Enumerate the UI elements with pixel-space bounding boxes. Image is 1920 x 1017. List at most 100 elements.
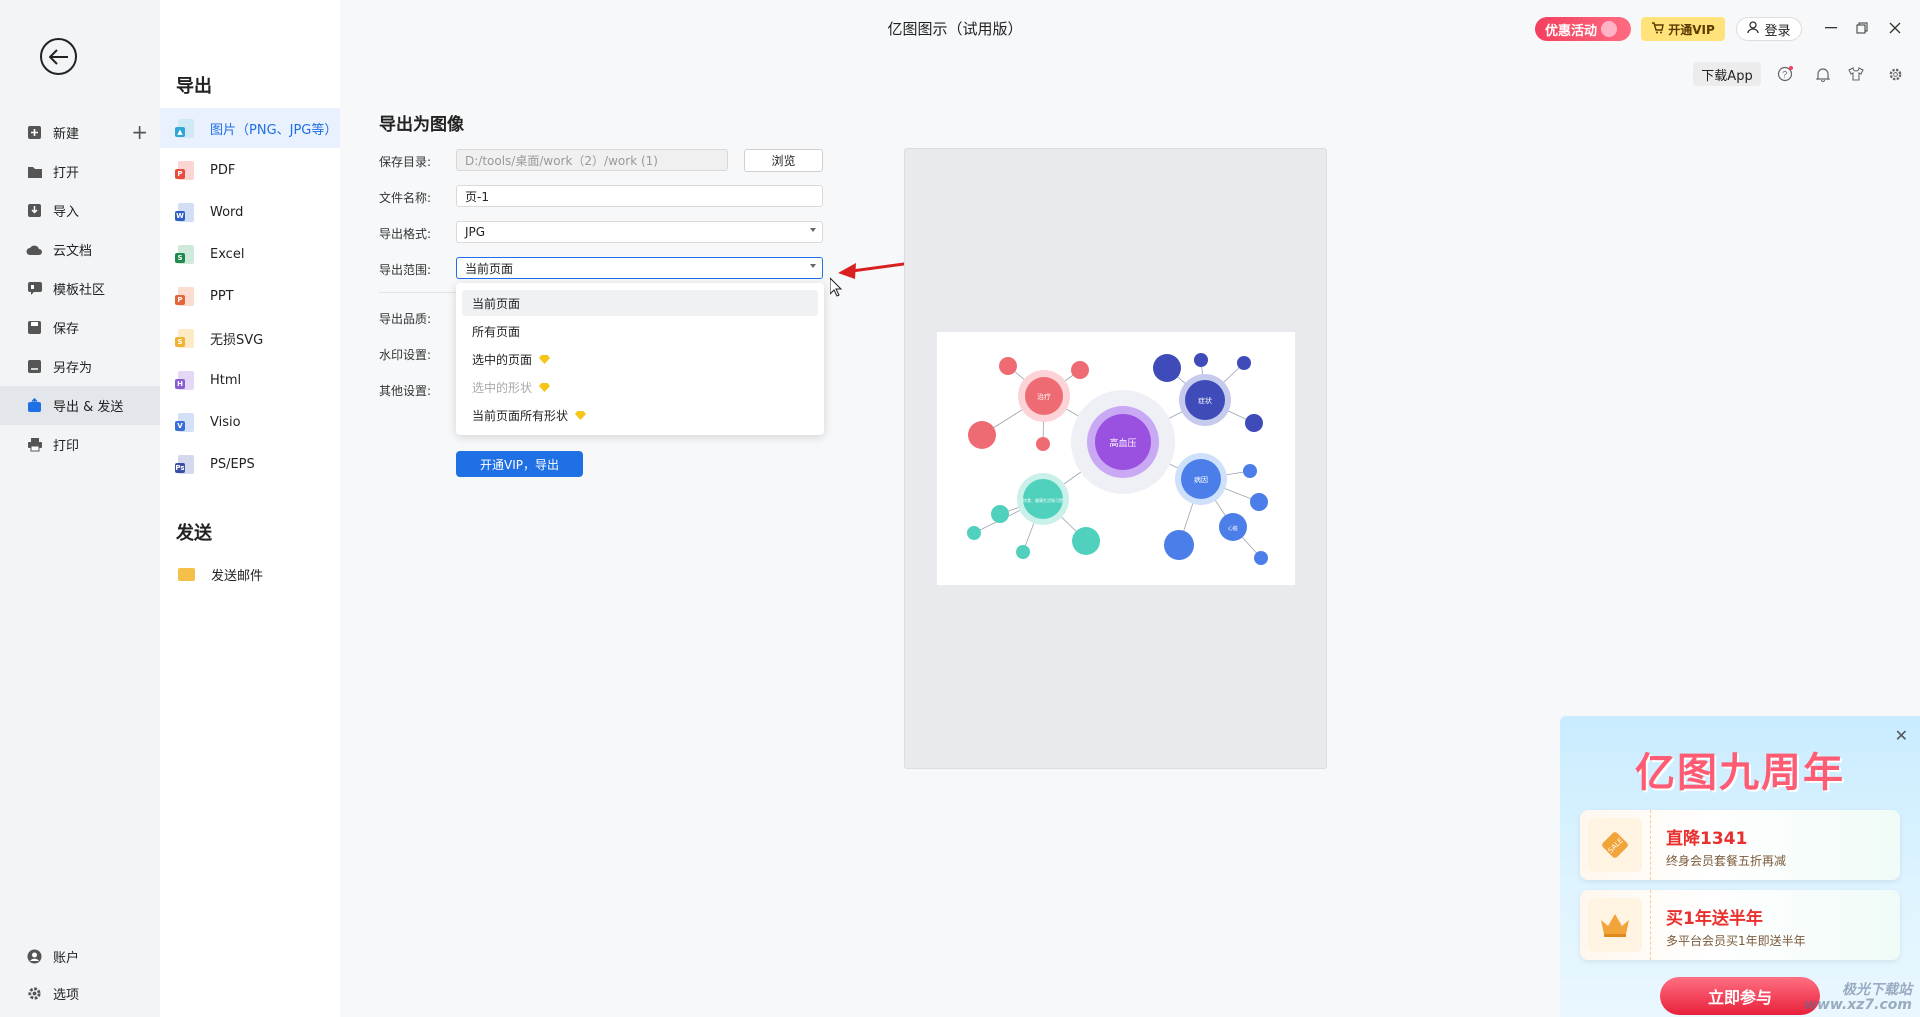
page-heading: 导出为图像 xyxy=(379,115,464,135)
option-selected-pages[interactable]: 选中的页面 xyxy=(462,346,818,372)
anniversary-promo-popup: ✕ 亿图九周年 SALE 直降1341 终身会员套餐五折再减 买1年送半年 多平… xyxy=(1560,716,1920,1017)
plus-icon[interactable]: + xyxy=(131,122,148,142)
center-node-label: 高血压 xyxy=(1109,437,1136,449)
nav-options-label: 选项 xyxy=(53,988,80,1003)
export-pdf[interactable]: P PDF xyxy=(160,150,340,190)
gear-icon xyxy=(26,985,43,1002)
range-dropdown-menu: 当前页面 所有页面 选中的页面 选中的形状 当前页面所有形状 xyxy=(456,283,824,435)
option-all-pages[interactable]: 所有页面 xyxy=(462,318,818,344)
mind-map-preview: 高血压 治疗 症状 病因 心脏 饮食、健康生活和习惯 xyxy=(937,332,1295,585)
nav-export-send-label: 导出 & 发送 xyxy=(53,400,124,415)
coupon1-subtitle: 终身会员套餐五折再减 xyxy=(1666,854,1787,868)
nav-options[interactable]: 选项 xyxy=(0,974,160,1013)
export-html[interactable]: H Html xyxy=(160,360,340,400)
format-select[interactable]: JPG xyxy=(456,221,823,243)
printer-icon xyxy=(26,436,43,453)
option-all-shapes-current-page[interactable]: 当前页面所有形状 xyxy=(462,402,818,428)
export-preview-panel: 高血压 治疗 症状 病因 心脏 饮食、健康生活和习惯 xyxy=(904,148,1327,769)
join-now-button[interactable]: 立即参与 xyxy=(1660,977,1820,1015)
option-label: 选中的形状 xyxy=(472,380,533,395)
export-visio-label: Visio xyxy=(210,414,241,430)
nav-open-label: 打开 xyxy=(53,166,80,181)
shirt-icon[interactable] xyxy=(1845,63,1867,85)
minimize-icon[interactable] xyxy=(1820,17,1842,39)
export-word[interactable]: W Word xyxy=(160,192,340,232)
quality-label: 导出品质: xyxy=(379,312,432,326)
folder-icon xyxy=(26,163,43,180)
nav-new[interactable]: 新建 + xyxy=(0,113,160,152)
watermark-line1: 极光下载站 xyxy=(1842,982,1912,998)
filename-value: 页-1 xyxy=(465,189,489,204)
restore-icon[interactable] xyxy=(1851,17,1873,39)
settings-icon[interactable] xyxy=(1884,63,1906,85)
watermark-label: 水印设置: xyxy=(379,348,432,362)
close-icon[interactable] xyxy=(1884,17,1906,39)
image-file-icon: ▲ xyxy=(175,118,194,138)
help-icon[interactable]: ? xyxy=(1774,63,1796,85)
export-visio[interactable]: V Visio xyxy=(160,402,340,442)
send-section-title: 发送 xyxy=(176,523,212,544)
login-button[interactable]: 登录 xyxy=(1736,17,1802,41)
export-ppt-label: PPT xyxy=(210,288,234,304)
option-current-page[interactable]: 当前页面 xyxy=(462,290,818,316)
svg-text:?: ? xyxy=(1782,70,1787,80)
vip-export-button[interactable]: 开通VIP，导出 xyxy=(456,451,583,477)
import-icon xyxy=(26,202,43,219)
open-vip-button[interactable]: 开通VIP xyxy=(1641,17,1725,41)
app-title: 亿图图示（试用版） xyxy=(887,20,1023,38)
export-excel-label: Excel xyxy=(210,246,245,262)
back-arrow-icon xyxy=(48,48,68,65)
template-community-icon xyxy=(26,280,43,297)
back-button[interactable] xyxy=(40,38,77,75)
chevron-down-icon xyxy=(810,264,816,268)
save-as-icon xyxy=(26,358,43,375)
node-label-heart: 心脏 xyxy=(1228,525,1238,532)
svg-file-icon: S xyxy=(175,328,194,348)
download-app-button[interactable]: 下载App xyxy=(1693,62,1761,86)
export-pdf-label: PDF xyxy=(210,162,236,178)
nav-templates[interactable]: 模板社区 xyxy=(0,269,160,308)
export-word-label: Word xyxy=(210,204,244,220)
export-excel[interactable]: S Excel xyxy=(160,234,340,274)
gift-icon xyxy=(1601,21,1618,37)
nav-print[interactable]: 打印 xyxy=(0,425,160,464)
other-settings-label: 其他设置: xyxy=(379,384,432,398)
nav-save[interactable]: 保存 xyxy=(0,308,160,347)
option-selected-shapes: 选中的形状 xyxy=(462,374,818,400)
export-section-title: 导出 xyxy=(176,76,212,97)
nav-import-label: 导入 xyxy=(53,205,80,220)
browse-button[interactable]: 浏览 xyxy=(744,149,823,172)
coupon-discount[interactable]: SALE 直降1341 终身会员套餐五折再减 xyxy=(1580,810,1900,880)
export-ppt[interactable]: P PPT xyxy=(160,276,340,316)
option-label: 选中的页面 xyxy=(472,352,533,367)
nav-export-send[interactable]: 导出 & 发送 xyxy=(0,386,160,425)
node-label-treatment: 治疗 xyxy=(1037,392,1051,401)
save-dir-field: D:/tools/桌面/work（2）/work (1) xyxy=(456,149,728,171)
chevron-down-icon xyxy=(810,228,816,232)
coupon-buy-one-year[interactable]: 买1年送半年 多平台会员买1年即送半年 xyxy=(1580,890,1900,960)
vip-diamond-icon xyxy=(575,410,587,420)
export-svg[interactable]: S 无损SVG xyxy=(160,318,340,358)
send-email[interactable]: 发送邮件 xyxy=(160,554,340,594)
left-nav: 新建 + 打开 导入 云文档 模板社区 保存 另存为 导出 & 发送 打印 账户… xyxy=(0,0,160,1017)
export-pseps[interactable]: Ps PS/EPS xyxy=(160,444,340,484)
nav-account-label: 账户 xyxy=(53,951,80,966)
save-icon xyxy=(26,319,43,336)
filename-input[interactable]: 页-1 xyxy=(456,185,823,207)
nav-save-as[interactable]: 另存为 xyxy=(0,347,160,386)
nav-cloud[interactable]: 云文档 xyxy=(0,230,160,269)
coupon1-title: 直降1341 xyxy=(1666,829,1748,849)
format-value: JPG xyxy=(465,225,486,239)
export-image[interactable]: ▲ 图片（PNG、JPG等） xyxy=(160,108,340,148)
visio-file-icon: V xyxy=(175,412,194,432)
watermark-line2: www.xz7.com xyxy=(1804,997,1912,1013)
range-value: 当前页面 xyxy=(465,261,514,276)
nav-import[interactable]: 导入 xyxy=(0,191,160,230)
promo-activity-button[interactable]: 优惠活动 xyxy=(1535,17,1631,41)
coupon-separator xyxy=(1650,890,1651,960)
bell-icon[interactable] xyxy=(1812,63,1834,85)
nav-open[interactable]: 打开 xyxy=(0,152,160,191)
cloud-icon xyxy=(26,241,43,258)
nav-account[interactable]: 账户 xyxy=(0,937,160,976)
range-select[interactable]: 当前页面 xyxy=(456,257,823,279)
